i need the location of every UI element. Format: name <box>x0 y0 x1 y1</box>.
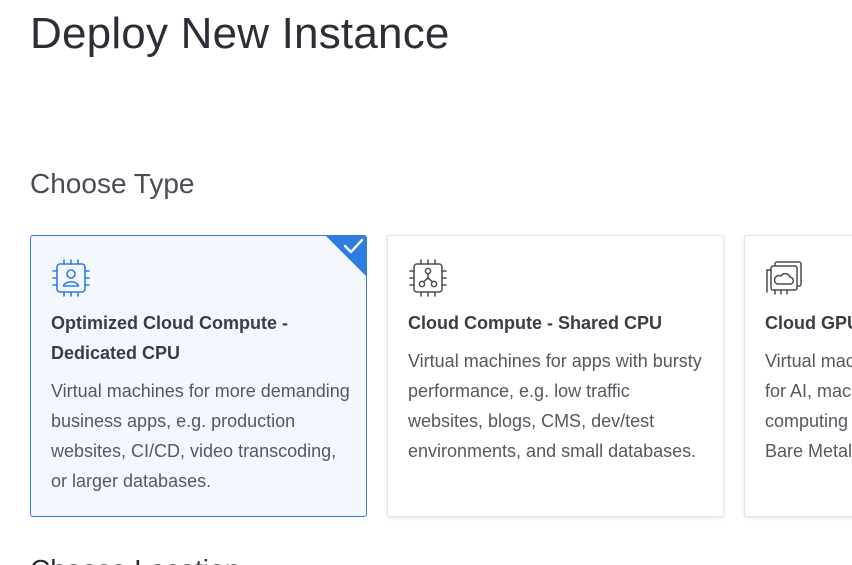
page-title: Deploy New Instance <box>30 9 450 58</box>
checkmark-icon <box>343 238 364 254</box>
card-title: Cloud Compute - Shared CPU <box>408 313 663 333</box>
type-card-optimized-cloud-compute[interactable]: Optimized Cloud Compute - Dedicated CPU … <box>30 235 367 517</box>
deploy-page: Deploy New Instance Choose Type Optimize… <box>0 0 852 565</box>
type-card-cloud-gpu[interactable]: Cloud GPU Virtual machines with full NVI… <box>744 235 852 517</box>
type-card-cloud-compute[interactable]: Cloud Compute - Shared CPU Virtual machi… <box>387 235 724 517</box>
card-title: Optimized Cloud Compute - Dedicated CPU <box>51 313 288 363</box>
card-description: Virtual machines for more demanding busi… <box>51 381 350 491</box>
cpu-user-icon <box>52 259 90 297</box>
card-title: Cloud GPU <box>765 313 852 333</box>
gpu-cloud-icon <box>766 261 802 295</box>
choose-location-heading: Choose Location <box>30 552 240 565</box>
choose-type-heading: Choose Type <box>30 168 195 199</box>
cpu-network-icon <box>409 259 447 297</box>
card-description: Virtual machines with full NVIDIA GPUs f… <box>765 351 852 461</box>
card-description: Virtual machines for apps with bursty pe… <box>408 351 702 461</box>
